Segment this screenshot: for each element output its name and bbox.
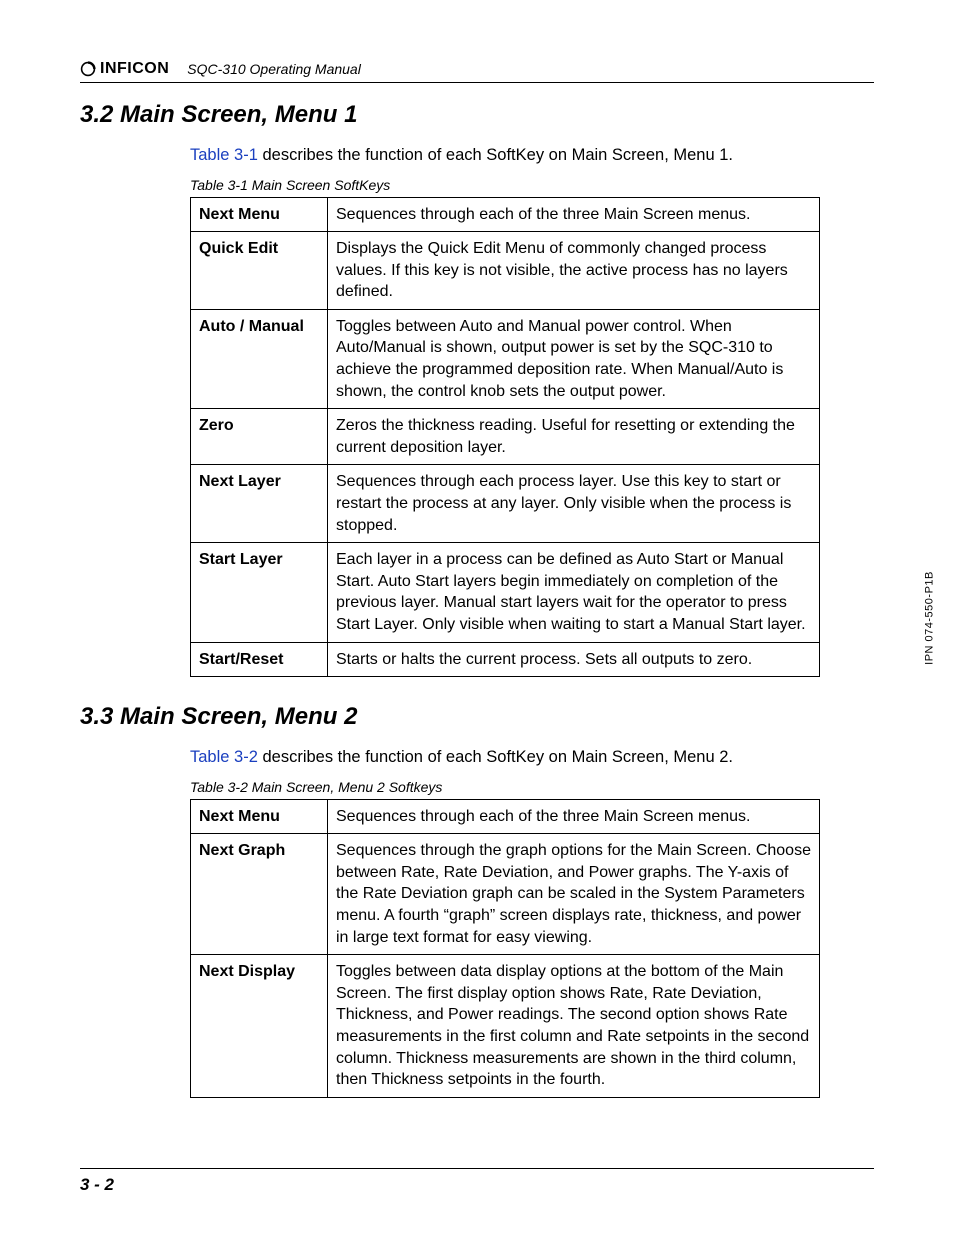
table-3-2: Next Menu Sequences through each of the … (190, 799, 820, 1098)
softkey-name: Next Graph (191, 834, 328, 955)
document-title: SQC-310 Operating Manual (187, 61, 361, 77)
page-number: 3 - 2 (80, 1175, 114, 1194)
page-header: INFICON SQC-310 Operating Manual (80, 60, 874, 83)
table-row: Start Layer Each layer in a process can … (191, 543, 820, 642)
softkey-name: Auto / Manual (191, 309, 328, 408)
softkey-desc: Sequences through each of the three Main… (328, 197, 820, 232)
brand-logo: INFICON (80, 60, 169, 78)
softkey-desc: Sequences through each process layer. Us… (328, 465, 820, 543)
softkey-name: Start/Reset (191, 642, 328, 677)
section-heading-3-3: 3.3 Main Screen, Menu 2 (80, 703, 874, 731)
table-row: Next Menu Sequences through each of the … (191, 799, 820, 834)
softkey-name: Next Menu (191, 799, 328, 834)
table-caption-3-1: Table 3-1 Main Screen SoftKeys (190, 177, 874, 193)
table-ref-link[interactable]: Table 3-2 (190, 748, 258, 766)
softkey-desc: Sequences through the graph options for … (328, 834, 820, 955)
table-ref-link[interactable]: Table 3-1 (190, 146, 258, 164)
brand-logo-icon (80, 61, 96, 77)
softkey-name: Quick Edit (191, 232, 328, 310)
softkey-desc: Starts or halts the current process. Set… (328, 642, 820, 677)
softkey-desc: Sequences through each of the three Main… (328, 799, 820, 834)
section-heading-3-2: 3.2 Main Screen, Menu 1 (80, 101, 874, 129)
softkey-name: Next Layer (191, 465, 328, 543)
softkey-name: Start Layer (191, 543, 328, 642)
table-row: Next Display Toggles between data displa… (191, 955, 820, 1098)
softkey-desc: Displays the Quick Edit Menu of commonly… (328, 232, 820, 310)
softkey-desc: Toggles between Auto and Manual power co… (328, 309, 820, 408)
brand-name: INFICON (100, 60, 169, 78)
softkey-desc: Toggles between data display options at … (328, 955, 820, 1098)
intro-text: describes the function of each SoftKey o… (258, 748, 733, 766)
section-intro-3-2: Table 3-1 describes the function of each… (190, 146, 874, 165)
table-row: Next Menu Sequences through each of the … (191, 197, 820, 232)
softkey-name: Zero (191, 409, 328, 465)
table-row: Auto / Manual Toggles between Auto and M… (191, 309, 820, 408)
table-3-1: Next Menu Sequences through each of the … (190, 197, 820, 678)
section-intro-3-3: Table 3-2 describes the function of each… (190, 748, 874, 767)
table-row: Next Layer Sequences through each proces… (191, 465, 820, 543)
softkey-desc: Zeros the thickness reading. Useful for … (328, 409, 820, 465)
table-row: Start/Reset Starts or halts the current … (191, 642, 820, 677)
table-row: Zero Zeros the thickness reading. Useful… (191, 409, 820, 465)
table-row: Quick Edit Displays the Quick Edit Menu … (191, 232, 820, 310)
softkey-name: Next Menu (191, 197, 328, 232)
softkey-name: Next Display (191, 955, 328, 1098)
table-caption-3-2: Table 3-2 Main Screen, Menu 2 Softkeys (190, 779, 874, 795)
intro-text: describes the function of each SoftKey o… (258, 146, 733, 164)
softkey-desc: Each layer in a process can be defined a… (328, 543, 820, 642)
page-footer: 3 - 2 (80, 1168, 874, 1195)
ipn-label: IPN 074-550-P1B (924, 571, 936, 665)
table-row: Next Graph Sequences through the graph o… (191, 834, 820, 955)
